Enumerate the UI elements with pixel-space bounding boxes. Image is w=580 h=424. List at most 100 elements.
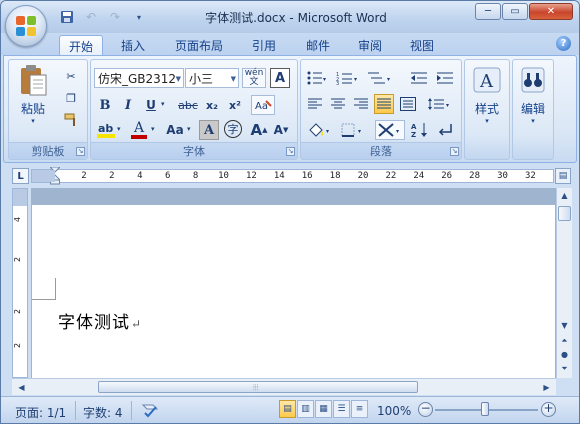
character-border-button[interactable]: A xyxy=(270,68,290,88)
zoom-level[interactable]: 100% xyxy=(377,404,411,418)
next-page-icon[interactable]: ⏷ xyxy=(557,361,572,376)
clear-formatting-button[interactable]: Aa xyxy=(251,95,275,115)
bold-button[interactable]: B xyxy=(95,95,115,115)
help-icon[interactable]: ? xyxy=(556,36,571,51)
cut-icon[interactable]: ✂ xyxy=(61,66,81,86)
strikethrough-button[interactable]: abc xyxy=(176,95,200,115)
font-size-combo[interactable]: 小三 ▼ xyxy=(185,68,239,88)
web-layout-icon[interactable]: ▦ xyxy=(315,400,332,418)
vertical-scroll-thumb[interactable] xyxy=(558,206,571,221)
undo-icon[interactable]: ↶ xyxy=(81,8,101,26)
editing-group[interactable]: 编辑 ▾ xyxy=(512,59,554,160)
tab-home[interactable]: 开始 xyxy=(59,35,103,56)
enclose-characters-button[interactable]: 字 xyxy=(224,120,242,138)
horizontal-scrollbar[interactable]: ◀ ⦙⦙⦙ ▶ xyxy=(12,378,556,395)
chevron-down-icon[interactable]: ▾ xyxy=(161,100,165,108)
align-left-button[interactable] xyxy=(305,94,325,114)
zoom-out-button[interactable]: − xyxy=(418,402,433,417)
ruler-number: 6 xyxy=(164,171,171,181)
chevron-down-icon[interactable]: ▾ xyxy=(151,125,155,133)
scroll-up-icon[interactable]: ▲ xyxy=(557,188,572,203)
vertical-scrollbar[interactable]: ▲ ▼ ⏶ ● ⏷ xyxy=(556,188,572,378)
multilevel-list-button[interactable]: ▾ xyxy=(365,68,395,88)
paste-button[interactable]: 粘贴 ▾ xyxy=(13,64,53,138)
clipboard-launcher-icon[interactable]: ↘ xyxy=(76,147,85,156)
show-marks-button[interactable] xyxy=(435,120,457,140)
proofing-icon[interactable] xyxy=(141,401,159,422)
chinese-layout-button[interactable]: ▾ xyxy=(375,120,405,140)
tab-review[interactable]: 审阅 xyxy=(351,36,389,55)
decrease-indent-button[interactable] xyxy=(407,68,431,88)
highlight-button[interactable]: ab xyxy=(95,120,117,140)
outline-view-icon[interactable]: ☰ xyxy=(333,400,350,418)
numbering-button[interactable]: 1 2 3 ▾ xyxy=(334,68,362,88)
shrink-font-button[interactable]: A ▼ xyxy=(271,120,291,140)
borders-button[interactable]: ▾ xyxy=(339,120,369,140)
bullets-button[interactable]: ▾ xyxy=(305,68,331,88)
increase-indent-button[interactable] xyxy=(433,68,457,88)
editing-button[interactable]: 编辑 ▾ xyxy=(514,66,552,136)
close-button[interactable]: ✕ xyxy=(529,3,573,20)
customize-dropdown-icon[interactable]: ▾ xyxy=(129,8,149,26)
zoom-in-button[interactable]: + xyxy=(541,402,556,417)
sort-button[interactable]: AZ xyxy=(409,120,431,140)
scroll-left-icon[interactable]: ◀ xyxy=(14,380,29,395)
document-text[interactable]: 字体测试 xyxy=(58,313,130,333)
vertical-ruler[interactable]: 4 2 2 2 xyxy=(12,188,28,378)
format-painter-icon[interactable] xyxy=(61,110,81,130)
grow-font-button[interactable]: A ▲ xyxy=(249,120,269,140)
tab-insert[interactable]: 插入 xyxy=(113,36,153,55)
office-button[interactable] xyxy=(5,5,47,47)
styles-group[interactable]: A 样式 ▾ xyxy=(464,59,510,160)
paragraph-launcher-icon[interactable]: ↘ xyxy=(450,147,459,156)
select-browse-object-icon[interactable]: ● xyxy=(557,347,572,362)
minimize-button[interactable]: ─ xyxy=(475,3,501,20)
underline-button[interactable]: U xyxy=(141,95,161,115)
superscript-button[interactable]: x² xyxy=(225,95,245,115)
full-screen-reading-icon[interactable]: ▥ xyxy=(297,400,314,418)
justify-button[interactable] xyxy=(374,94,394,114)
print-layout-icon[interactable]: ▤ xyxy=(279,400,296,418)
scroll-right-icon[interactable]: ▶ xyxy=(539,380,554,395)
maximize-button[interactable]: ▭ xyxy=(502,3,528,20)
horizontal-scroll-thumb[interactable]: ⦙⦙⦙ xyxy=(98,381,418,393)
align-right-button[interactable] xyxy=(351,94,371,114)
window-title: 字体测试.docx - Microsoft Word xyxy=(205,11,387,25)
view-ruler-icon[interactable]: ▤ xyxy=(555,168,571,184)
chevron-down-icon[interactable]: ▾ xyxy=(117,125,121,133)
character-shading-button[interactable]: A xyxy=(199,120,219,140)
page-count[interactable]: 页面: 1/1 xyxy=(15,404,66,421)
word-count[interactable]: 字数: 4 xyxy=(83,404,123,421)
change-case-button[interactable]: Aa xyxy=(163,120,187,140)
tab-references[interactable]: 引用 xyxy=(245,36,283,55)
zoom-slider-knob[interactable] xyxy=(481,402,489,416)
horizontal-ruler[interactable]: 2 2 4 6 8 10 12 14 16 18 20 22 24 26 28 30 32 xyxy=(31,166,554,185)
document-page[interactable]: 字体测试↵ xyxy=(32,205,555,378)
draft-view-icon[interactable]: ≡ xyxy=(351,400,368,418)
document-body[interactable]: 字体测试↵ xyxy=(58,308,142,333)
shading-button[interactable]: ▾ xyxy=(305,120,335,140)
redo-icon[interactable]: ↷ xyxy=(105,8,125,26)
font-launcher-icon[interactable]: ↘ xyxy=(286,147,295,156)
italic-button[interactable]: I xyxy=(118,95,138,115)
title-bar: ↶ ↷ ▾ 字体测试.docx - Microsoft Word ─ ▭ ✕ xyxy=(1,1,579,47)
tab-page-layout[interactable]: 页面布局 xyxy=(169,36,229,55)
chevron-down-icon[interactable]: ▾ xyxy=(187,125,191,133)
line-spacing-button[interactable]: ▾ xyxy=(425,94,455,114)
svg-text:ab: ab xyxy=(98,122,113,135)
tab-mailings[interactable]: 邮件 xyxy=(299,36,337,55)
distributed-button[interactable] xyxy=(398,94,418,114)
styles-button[interactable]: A 样式 ▾ xyxy=(467,66,507,136)
previous-page-icon[interactable]: ⏶ xyxy=(557,333,572,348)
font-color-letter: A xyxy=(133,119,145,136)
font-name-combo[interactable]: 仿宋_GB2312 ▼ xyxy=(94,68,184,88)
tab-view[interactable]: 视图 xyxy=(403,36,441,55)
phonetic-guide-button[interactable]: wén 文 xyxy=(242,68,266,88)
save-icon[interactable] xyxy=(57,8,77,26)
copy-icon[interactable]: ❐ xyxy=(61,88,81,108)
subscript-button[interactable]: x₂ xyxy=(202,95,222,115)
tab-stop-selector[interactable]: L xyxy=(12,168,29,184)
scroll-down-icon[interactable]: ▼ xyxy=(557,318,572,333)
font-color-button[interactable]: A xyxy=(129,120,149,140)
align-center-button[interactable] xyxy=(328,94,348,114)
